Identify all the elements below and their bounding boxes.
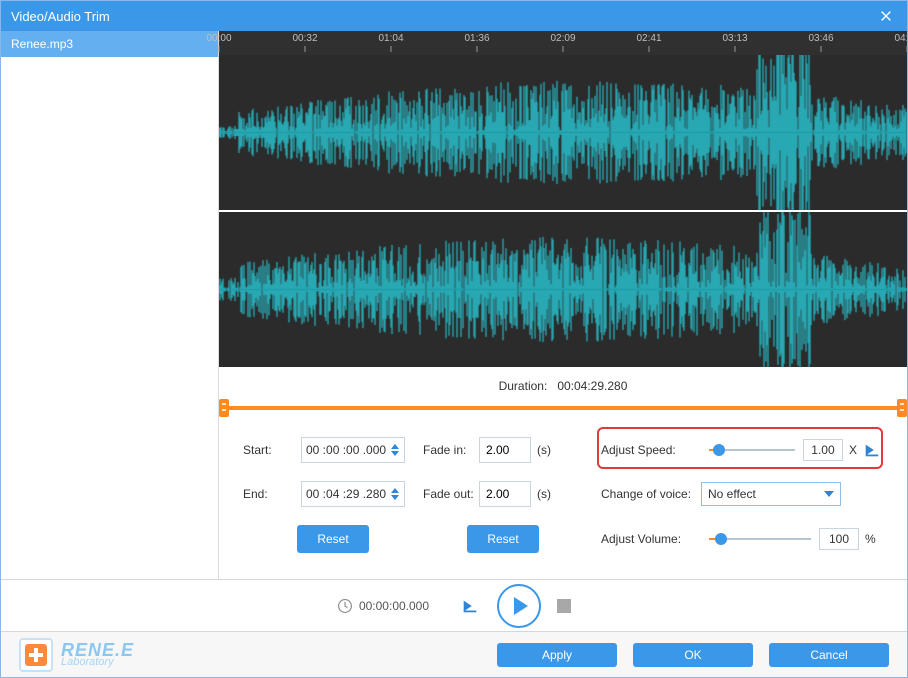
ok-button[interactable]: OK [633,643,753,667]
fadeout-input[interactable] [479,481,531,507]
chevron-up-icon[interactable] [391,488,399,493]
trim-handle-left[interactable] [219,399,229,417]
chevron-down-icon[interactable] [391,495,399,500]
chevron-up-icon[interactable] [391,444,399,449]
playback-bar: 00:00:00.000 [1,579,907,631]
file-name: Renee.mp3 [11,37,73,51]
cancel-button[interactable]: Cancel [769,643,889,667]
file-item[interactable]: Renee.mp3 [1,31,218,57]
speed-value[interactable]: 1.00 [803,439,843,461]
fadein-label: Fade in: [423,443,479,457]
voice-label: Change of voice: [601,487,701,501]
controls-panel: Start: 00 :00 :00 .000 Fade in: (s) Adju… [219,425,907,571]
stop-button[interactable] [557,599,571,613]
speed-slider[interactable] [709,441,795,459]
start-input[interactable]: 00 :00 :00 .000 [301,437,405,463]
footer-bar: RENE.E Laboratory Apply OK Cancel [1,631,907,677]
seconds-unit: (s) [537,487,551,501]
waveform-top[interactable] [219,55,907,210]
reset-fade-button[interactable]: Reset [467,525,539,553]
trim-range-slider[interactable] [219,399,907,417]
trim-handle-right[interactable] [897,399,907,417]
start-label: Start: [243,443,301,457]
content-area: Renee.mp3 00:0000:3201:0401:3602:0902:41… [1,31,907,579]
duration-value: 00:04:29.280 [557,379,627,393]
volume-label: Adjust Volume: [601,532,701,546]
chevron-down-icon[interactable] [391,451,399,456]
speed-preview-button[interactable] [861,441,883,459]
reset-time-button[interactable]: Reset [297,525,369,553]
playback-time: 00:00:00.000 [337,598,429,614]
volume-slider[interactable] [709,530,811,548]
file-sidebar: Renee.mp3 [1,31,219,579]
end-label: End: [243,487,301,501]
voice-value: No effect [708,487,756,501]
duration-label: Duration: [499,379,548,393]
play-button[interactable] [497,584,541,628]
seconds-unit: (s) [537,443,551,457]
apply-button[interactable]: Apply [497,643,617,667]
fadein-input[interactable] [479,437,531,463]
duration-display: Duration: 00:04:29.280 [219,367,907,399]
main-panel: 00:0000:3201:0401:3602:0902:4103:1303:46… [219,31,907,579]
waveform-bottom[interactable] [219,212,907,367]
volume-value[interactable]: 100 [819,528,859,550]
chevron-down-icon [824,491,834,497]
window-title: Video/Audio Trim [11,9,110,24]
end-input[interactable]: 00 :04 :29 .280 [301,481,405,507]
logo-badge-icon [19,638,53,672]
clock-icon [337,598,353,614]
brand-logo: RENE.E Laboratory [19,638,134,672]
seek-preview-button[interactable] [459,597,481,615]
speed-label: Adjust Speed: [601,443,701,457]
speed-unit: X [849,443,857,457]
timeline-ruler: 00:0000:3201:0401:3602:0902:4103:1303:46… [219,31,907,55]
voice-select[interactable]: No effect [701,482,841,506]
title-bar: Video/Audio Trim [1,1,907,31]
play-icon [514,597,528,615]
close-icon[interactable] [875,5,897,27]
fadeout-label: Fade out: [423,487,479,501]
volume-unit: % [865,532,876,546]
